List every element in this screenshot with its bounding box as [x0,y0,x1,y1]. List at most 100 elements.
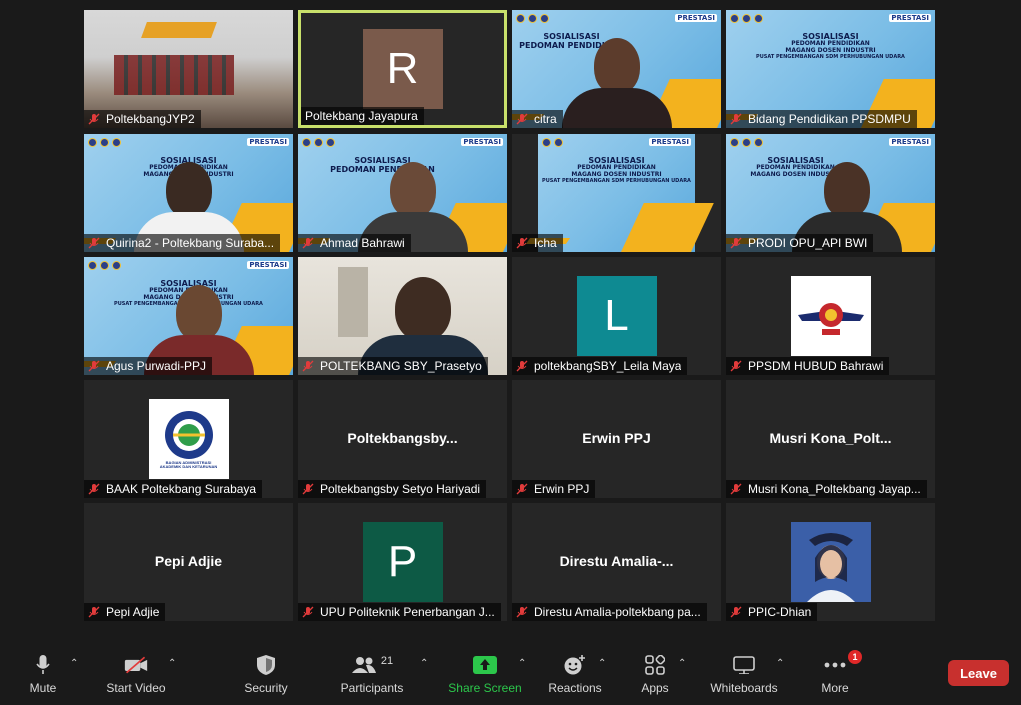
start-video-button[interactable]: Start Video [104,639,168,705]
whiteboards-options-caret[interactable]: ⌃ [776,658,784,669]
ppsdm-logo [790,276,871,356]
mic-muted-icon [88,360,100,372]
video-tile-active-speaker[interactable]: R Poltekbang Jayapura [298,10,507,128]
participant-display-name: Pepi Adjie [154,553,223,569]
participant-name: PPIC-Dhian [748,605,812,619]
video-tile[interactable]: POLTEKBANG SBY_Prasetyo [298,257,507,375]
security-button[interactable]: Security [240,639,292,705]
mute-button[interactable]: Mute [26,639,60,705]
baak-emblem-icon [164,410,213,459]
wings-emblem-icon [797,303,864,335]
apps-button[interactable]: Apps [636,639,674,705]
share-screen-icon [473,656,497,674]
video-tile[interactable]: PPIC-Dhian [726,503,935,621]
video-tile[interactable]: Poltekbangsby... Poltekbangsby Setyo Har… [298,380,507,498]
mic-muted-icon [302,237,314,249]
participant-name: Direstu Amalia-poltekbang pa... [534,605,701,619]
participant-name: BAAK Poltekbang Surabaya [106,482,257,496]
prestasi-badge: PRESTASI [461,138,503,146]
participant-name-bar: citra [512,110,563,128]
apps-options-caret[interactable]: ⌃ [678,658,686,669]
reactions-options-caret[interactable]: ⌃ [598,658,606,669]
mic-muted-icon [730,483,742,495]
video-tile[interactable]: PRESTASI SOSIALISASIPEDOMAN PENDIDIKANMA… [84,257,293,375]
video-tile[interactable]: Direstu Amalia-... Direstu Amalia-poltek… [512,503,721,621]
mic-muted-icon [302,360,314,372]
video-tile[interactable]: PRESTASI SOSIALISASIPEDOMAN PENDIDIKANMA… [84,134,293,252]
video-tile[interactable]: PRESTASI SOSIALISASIPEDOMAN PENDIDIKANMA… [726,134,935,252]
video-tile[interactable]: Musri Kona_Polt... Musri Kona_Poltekbang… [726,380,935,498]
mic-muted-icon [730,113,742,125]
participant-name-bar: Direstu Amalia-poltekbang pa... [512,603,707,621]
video-tile[interactable]: PRESTASI SOSIALISASIPEDOMAN PENDIDIKANMA… [512,134,721,252]
reactions-button[interactable]: Reactions [546,639,604,705]
profile-photo [790,522,871,602]
participant-video [561,38,672,128]
whiteboards-button[interactable]: Whiteboards [708,639,780,705]
slide-logos [516,14,549,23]
mic-muted-icon [88,483,100,495]
mic-muted-icon [730,606,742,618]
video-tile[interactable]: PRESTASI SOSIALISASI PEDOMAN PENDIDIKAN c… [512,10,721,128]
prestasi-badge: PRESTASI [889,14,931,22]
video-tile[interactable]: Pepi Adjie Pepi Adjie [84,503,293,621]
video-tile[interactable]: PRESTASI SOSIALISASI PEDOMAN PENDIDIKAN A… [298,134,507,252]
participant-name-bar: POLTEKBANG SBY_Prasetyo [298,357,488,375]
more-dots-icon [824,662,846,668]
mic-muted-icon [88,606,100,618]
gallery-grid: PoltekbangJYP2 R Poltekbang Jayapura PRE… [84,10,935,621]
video-off-icon [124,656,148,674]
video-tile[interactable]: PRESTASI SOSIALISASIPEDOMAN PENDIDIKANMA… [726,10,935,128]
mic-muted-icon [516,237,528,249]
participant-name: citra [534,112,557,126]
participant-name: Bidang Pendidikan PPSDMPU [748,112,911,126]
participant-name-bar: PRODI OPU_API BWI [726,234,874,252]
video-options-caret[interactable]: ⌃ [168,658,176,669]
participant-name-bar: Musri Kona_Poltekbang Jayap... [726,480,927,498]
prestasi-badge: PRESTASI [889,138,931,146]
mute-options-caret[interactable]: ⌃ [70,658,78,669]
slide-logos [88,261,121,270]
mic-muted-icon [302,483,314,495]
mic-muted-icon [88,113,100,125]
participants-button[interactable]: 21 Participants [338,639,406,705]
avatar: P [362,522,443,602]
mic-muted-icon [730,237,742,249]
participants-icon [351,657,376,673]
leave-button[interactable]: Leave [948,660,1009,686]
video-tile[interactable]: PPSDM HUBUD Bahrawi [726,257,935,375]
participant-name: Poltekbangsby Setyo Hariyadi [320,482,481,496]
more-button[interactable]: More [818,639,852,705]
slide-logos [88,138,121,147]
mic-muted-icon [730,360,742,372]
avatar: L [576,276,657,356]
participant-name-bar: Poltekbangsby Setyo Hariyadi [298,480,487,498]
participant-name-bar: Pepi Adjie [84,603,166,621]
slide-title: SOSIALISASIPEDOMAN PENDIDIKANMAGANG DOSE… [756,32,905,60]
participant-name-bar: Erwin PPJ [512,480,596,498]
participant-name: Musri Kona_Poltekbang Jayap... [748,482,921,496]
apps-icon [645,655,665,675]
participants-options-caret[interactable]: ⌃ [420,658,428,669]
share-options-caret[interactable]: ⌃ [518,658,526,669]
reactions-icon [564,655,585,675]
participant-name-bar: Bidang Pendidikan PPSDMPU [726,110,917,128]
meeting-toolbar: Mute ⌃ Start Video ⌃ Security 21 Partici… [0,639,1021,705]
participant-name: poltekbangSBY_Leila Maya [534,359,682,373]
avatar: R [362,29,443,109]
video-tile[interactable]: L poltekbangSBY_Leila Maya [512,257,721,375]
participant-name-bar: BAAK Poltekbang Surabaya [84,480,263,498]
video-tile[interactable]: P UPU Politeknik Penerbangan J... [298,503,507,621]
video-tile[interactable]: BAGIAN ADMINISTRASI AKADEMIK DAN KETARUNA… [84,380,293,498]
share-screen-button[interactable]: Share Screen [448,639,522,705]
video-tile[interactable]: PoltekbangJYP2 [84,10,293,128]
video-tile[interactable]: Erwin PPJ Erwin PPJ [512,380,721,498]
participant-name-bar: PPSDM HUBUD Bahrawi [726,357,890,375]
participant-display-name: Direstu Amalia-... [559,553,674,569]
meeting-window: PoltekbangJYP2 R Poltekbang Jayapura PRE… [0,0,1021,705]
participant-name-bar: Ahmad Bahrawi [298,234,411,252]
participant-name: Erwin PPJ [534,482,590,496]
participant-name: Quirina2 - Poltekbang Suraba... [106,236,275,250]
participant-name: Pepi Adjie [106,605,160,619]
participant-display-name: Musri Kona_Polt... [769,430,892,446]
